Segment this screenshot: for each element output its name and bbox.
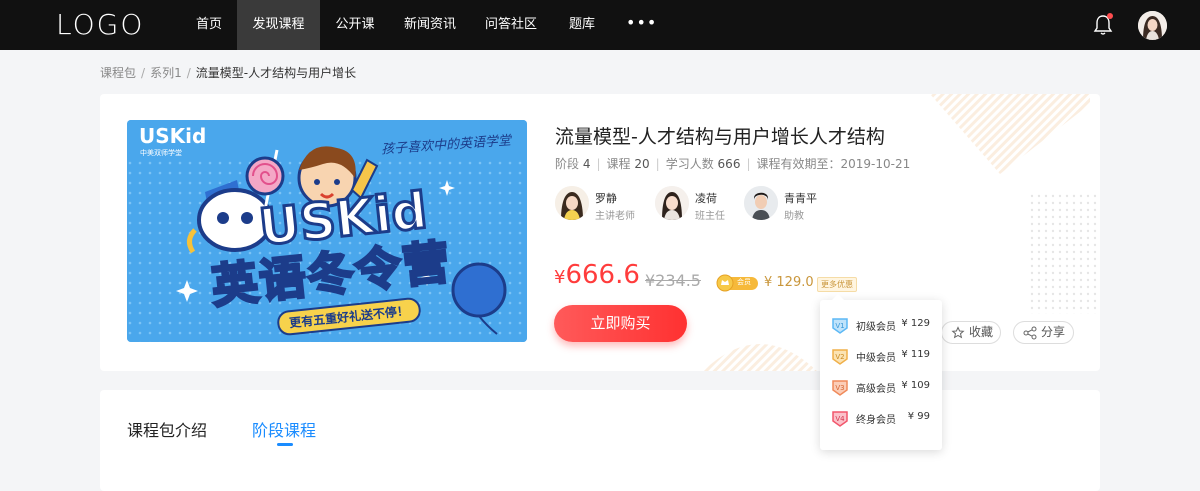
top-nav: LOGO 首页 发现课程 公开课 新闻资讯 问答社区 题库 ••• [0,0,1200,50]
teacher-name: 青青平 [784,192,817,205]
original-price: ¥234.5 [645,271,701,290]
breadcrumb: 课程包 / 系列1 / 流量模型-人才结构与用户增长 [100,64,356,81]
teacher-avatar [555,186,589,220]
svg-text:V3: V3 [835,384,844,392]
valid-label: 课程有效期至： [756,157,841,171]
tier-price: ¥ 99 [907,411,930,422]
teacher-role: 助教 [784,211,804,222]
member-tier-item[interactable]: V1 初级会员 ¥ 129 [830,315,940,335]
tier-name: 高级会员 [856,384,896,395]
share-label: 分享 [1041,325,1066,339]
tier-price: ¥ 129 [901,318,930,329]
teacher-role: 班主任 [695,211,725,222]
star-icon [951,326,965,339]
nav-item-home[interactable]: 首页 [190,0,228,50]
nav-item-question-bank[interactable]: 题库 [563,0,601,50]
teacher-role: 主讲老师 [595,211,635,222]
lessons-label: 课程 [606,157,631,171]
course-banner[interactable]: USKid 中美双师学堂 孩子喜欢中的英语学堂 USKid 英语冬令营 更有五重… [127,120,527,342]
more-offers-link[interactable]: 更多优惠 [817,277,857,292]
tier-price: ¥ 109 [901,380,930,391]
nav-item-news[interactable]: 新闻资讯 [400,0,460,50]
notification-dot [1107,13,1113,19]
buy-now-button[interactable]: 立即购买 [554,305,687,342]
member-tier-item[interactable]: V4 终身会员 ¥ 99 [830,408,940,428]
more-menu-icon[interactable]: ••• [626,0,657,50]
tier-senior-icon: V3 [832,380,848,396]
tier-price: ¥ 119 [901,349,930,360]
user-avatar[interactable] [1138,11,1167,40]
valid-until-date: 2019-10-21 [840,157,911,171]
teacher-card[interactable]: 罗静 主讲老师 [555,186,645,222]
teacher-card[interactable]: 青青平 助教 [744,186,824,222]
learners-label: 学习人数 [665,157,714,171]
breadcrumb-item-series[interactable]: 系列1 [150,66,182,80]
teacher-card[interactable]: 凌荷 班主任 [655,186,735,222]
tab-stage-courses[interactable]: 阶段课程 [252,417,316,441]
nav-item-discover-courses[interactable]: 发现课程 [237,0,320,50]
teacher-avatar [744,186,778,220]
member-tier-item[interactable]: V2 中级会员 ¥ 119 [830,346,940,366]
favorite-button[interactable]: 收藏 [941,321,1001,344]
share-icon [1023,326,1037,340]
vip-badge: 会员 [716,274,758,292]
breadcrumb-item-package[interactable]: 课程包 [100,66,136,80]
course-title: 流量模型-人才结构与用户增长人才结构 [555,126,885,148]
decorative-stripes [703,344,817,371]
teacher-avatar [655,186,689,220]
tier-name: 初级会员 [856,322,896,333]
svg-text:V1: V1 [835,322,844,330]
stage-label: 阶段 [555,157,580,171]
tier-mid-icon: V2 [832,349,848,365]
tier-lifetime-icon: V4 [832,411,848,427]
nav-item-open-courses[interactable]: 公开课 [331,0,379,50]
nav-item-qa-community[interactable]: 问答社区 [481,0,541,50]
decorative-stripes [930,94,1090,174]
favorite-label: 收藏 [969,325,994,339]
tier-name: 中级会员 [856,353,896,364]
banner-brand-sub: 中美双师学堂 [140,149,182,157]
breadcrumb-item-current: 流量模型-人才结构与用户增长 [195,66,357,80]
svg-text:V4: V4 [835,415,845,423]
vip-badge-label: 会员 [737,278,751,286]
stage-count: 4 [582,157,591,171]
active-tab-indicator [277,443,293,446]
banner-brand: USKid [139,124,207,148]
course-meta: 阶段 4 | 课程 20 | 学习人数 666 | 课程有效期至：2019-10-21 [555,157,911,171]
tier-junior-icon: V1 [832,318,848,334]
price-value: 666.6 [565,260,640,290]
tab-package-intro[interactable]: 课程包介绍 [127,417,207,441]
member-tier-item[interactable]: V3 高级会员 ¥ 109 [830,377,940,397]
decorative-dots [1030,194,1100,314]
breadcrumb-separator: / [186,66,191,80]
tabs-card [100,390,1100,491]
learner-count: 666 [717,157,741,171]
tier-name: 终身会员 [856,415,896,426]
teacher-name: 罗静 [595,192,617,205]
lesson-count: 20 [634,157,650,171]
member-tiers-dropdown: V1 初级会员 ¥ 129 V2 中级会员 ¥ 119 V3 高级会员 ¥ 10… [820,294,942,450]
current-price: ¥666.6 [554,260,640,290]
svg-text:V2: V2 [835,353,844,361]
currency-symbol: ¥ [554,267,566,288]
logo[interactable]: LOGO [56,8,144,41]
vip-price: ¥ 129.0 [764,275,814,290]
breadcrumb-separator: / [141,66,146,80]
teacher-name: 凌荷 [695,192,717,205]
share-button[interactable]: 分享 [1013,321,1074,344]
